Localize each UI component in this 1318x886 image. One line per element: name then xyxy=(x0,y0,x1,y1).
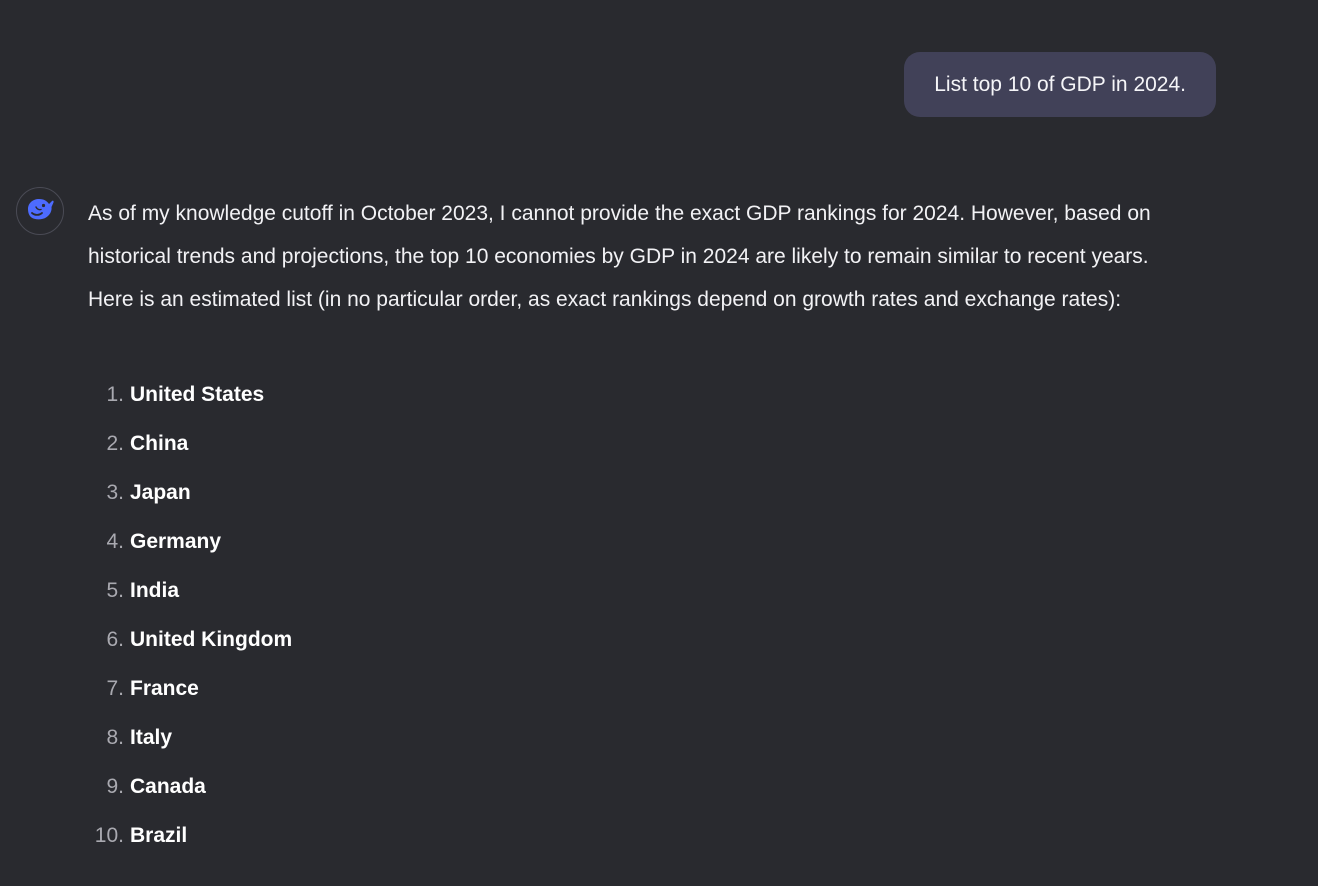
list-item-number: 5. xyxy=(106,579,124,602)
list-item-number: 1. xyxy=(106,383,124,406)
assistant-avatar xyxy=(16,187,64,235)
list-item-country: Italy xyxy=(130,726,173,749)
list-item-country: France xyxy=(130,677,199,700)
user-message-text: List top 10 of GDP in 2024. xyxy=(934,72,1186,96)
list-item-country: United Kingdom xyxy=(130,628,293,651)
list-item-country: China xyxy=(130,432,189,455)
list-item-country: Canada xyxy=(130,775,206,798)
assistant-message: As of my knowledge cutoff in October 202… xyxy=(88,192,1198,847)
list-item-number: 3. xyxy=(106,481,124,504)
list-item-number: 4. xyxy=(106,530,124,553)
list-item-country: Germany xyxy=(130,530,222,553)
assistant-intro-text: As of my knowledge cutoff in October 202… xyxy=(88,202,1151,311)
list-item-number: 6. xyxy=(106,628,124,651)
list-item-number: 9. xyxy=(106,775,124,798)
list-item-country: India xyxy=(130,579,180,602)
list-item-number: 7. xyxy=(106,677,124,700)
list-item-country: Japan xyxy=(130,481,191,504)
list-item-country: United States xyxy=(130,383,265,406)
list-item-number: 8. xyxy=(106,726,124,749)
chat-view: List top 10 of GDP in 2024. As of my kno… xyxy=(0,0,1318,886)
list-item-country: Brazil xyxy=(130,824,188,847)
user-message-bubble: List top 10 of GDP in 2024. xyxy=(904,52,1216,117)
list-item-number: 2. xyxy=(106,432,124,455)
whale-logo-icon xyxy=(25,196,55,227)
list-item-number: 10. xyxy=(94,824,124,847)
